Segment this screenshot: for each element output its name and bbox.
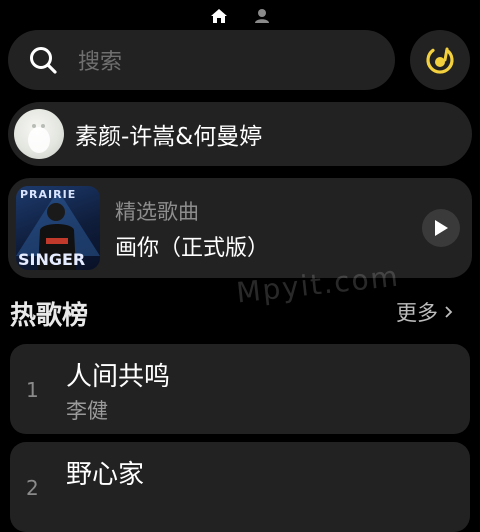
search-bar[interactable]: 搜索 — [8, 30, 395, 90]
search-icon — [30, 47, 57, 74]
featured-song-title: 画你（正式版） — [115, 236, 270, 261]
cover-text-top: PRAIRIE — [20, 188, 77, 201]
song-title: 野心家 — [66, 460, 145, 490]
featured-label: 精选歌曲 — [115, 200, 199, 224]
cover-text-bottom: SINGER — [18, 250, 86, 269]
home-icon[interactable] — [210, 8, 228, 24]
song-artist: 李健 — [66, 399, 108, 423]
person-icon[interactable] — [254, 8, 270, 24]
player-shortcut-button[interactable] — [410, 30, 470, 90]
now-playing-bar[interactable]: 素颜-许嵩&何曼婷 — [8, 102, 472, 166]
more-label: 更多 — [396, 301, 438, 325]
vinyl-disc-icon — [426, 47, 454, 74]
now-playing-title: 素颜-许嵩&何曼婷 — [75, 124, 263, 150]
more-link[interactable]: 更多 — [396, 299, 453, 325]
search-placeholder: 搜索 — [78, 50, 123, 75]
hot-chart-title: 热歌榜 — [10, 301, 89, 331]
featured-song-card[interactable]: PRAIRIE SINGER 精选歌曲 画你（正式版） — [8, 178, 472, 278]
song-rank: 1 — [26, 378, 39, 402]
featured-cover-art: PRAIRIE SINGER — [16, 186, 100, 270]
song-title: 人间共鸣 — [66, 362, 171, 392]
featured-play-button[interactable] — [422, 209, 460, 247]
play-icon — [435, 220, 448, 236]
song-row[interactable]: 2 野心家 — [10, 442, 470, 532]
now-playing-cover — [14, 109, 64, 159]
top-page-indicator — [0, 6, 480, 26]
song-row[interactable]: 1 人间共鸣 李健 — [10, 344, 470, 434]
chevron-right-icon — [445, 306, 453, 318]
